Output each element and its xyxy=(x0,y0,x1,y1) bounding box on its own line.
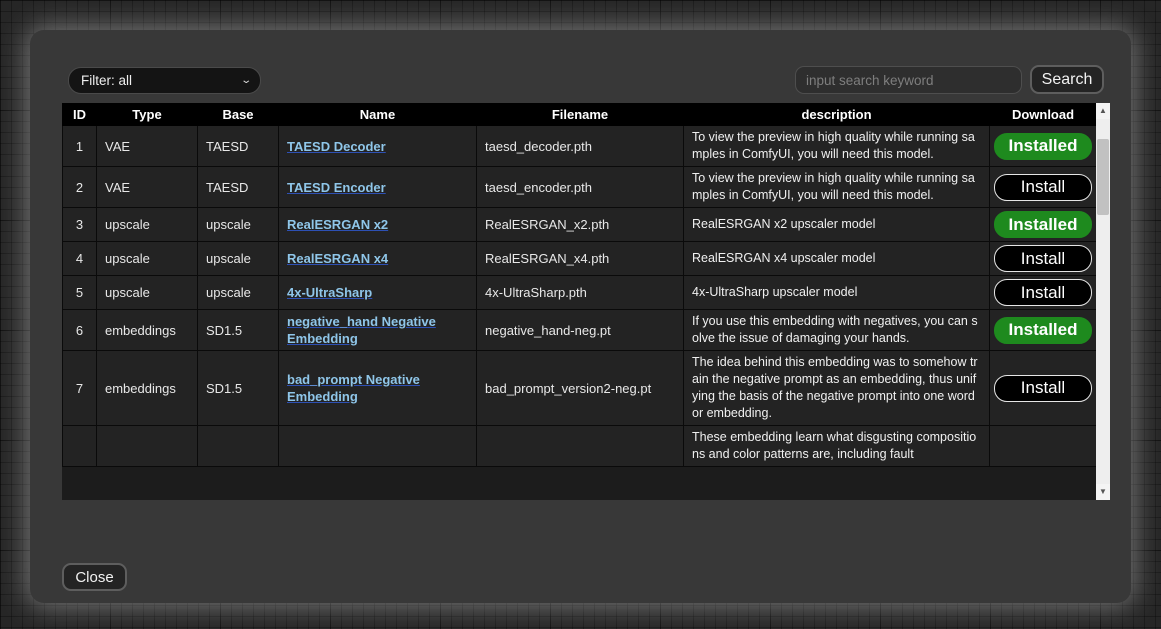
cell-filename xyxy=(477,426,684,467)
table-row: 5upscaleupscale4x-UltraSharp4x-UltraShar… xyxy=(63,276,1097,310)
cell-base: SD1.5 xyxy=(198,351,279,426)
cell-type: VAE xyxy=(97,167,198,208)
table-row: 4upscaleupscaleRealESRGAN x4RealESRGAN_x… xyxy=(63,242,1097,276)
cell-id: 3 xyxy=(63,208,97,242)
cell-description: RealESRGAN x2 upscaler model xyxy=(684,208,990,242)
cell-filename: 4x-UltraSharp.pth xyxy=(477,276,684,310)
cell-name: RealESRGAN x4 xyxy=(279,242,477,276)
cell-type: upscale xyxy=(97,208,198,242)
cell-base: SD1.5 xyxy=(198,310,279,351)
header-id: ID xyxy=(63,104,97,126)
cell-filename: RealESRGAN_x4.pth xyxy=(477,242,684,276)
cell-name: TAESD Decoder xyxy=(279,126,477,167)
cell-filename: bad_prompt_version2-neg.pt xyxy=(477,351,684,426)
cell-id: 2 xyxy=(63,167,97,208)
cell-name: negative_hand Negative Embedding xyxy=(279,310,477,351)
model-name-link[interactable]: TAESD Decoder xyxy=(287,139,386,154)
install-button[interactable]: Install xyxy=(994,245,1092,272)
cell-name: 4x-UltraSharp xyxy=(279,276,477,310)
cell-description: RealESRGAN x4 upscaler model xyxy=(684,242,990,276)
search-button[interactable]: Search xyxy=(1030,65,1104,94)
cell-name: TAESD Encoder xyxy=(279,167,477,208)
cell-id: 5 xyxy=(63,276,97,310)
cell-type: embeddings xyxy=(97,351,198,426)
table-row: 2VAETAESD TAESD Encoder taesd_encoder.pthT… xyxy=(63,167,1097,208)
filter-select-value: Filter: all xyxy=(81,73,132,88)
table-header-row: ID Type Base Name Filename description D… xyxy=(63,104,1097,126)
model-name-link[interactable]: RealESRGAN x2 xyxy=(287,217,388,232)
model-table: ID Type Base Name Filename description D… xyxy=(62,103,1097,467)
install-button[interactable]: Install xyxy=(994,174,1092,201)
table-row: 3upscaleupscaleRealESRGAN x2RealESRGAN_x… xyxy=(63,208,1097,242)
table-row: 6embeddingsSD1.5negative_hand Negative E… xyxy=(63,310,1097,351)
cell-download: Install xyxy=(990,351,1097,426)
cell-download xyxy=(990,426,1097,467)
cell-base: upscale xyxy=(198,242,279,276)
cell-id: 1 xyxy=(63,126,97,167)
cell-download: Installed xyxy=(990,208,1097,242)
cell-name: bad_prompt Negative Embedding xyxy=(279,351,477,426)
cell-download: Install xyxy=(990,242,1097,276)
search-input[interactable] xyxy=(795,66,1022,94)
cell-type: upscale xyxy=(97,242,198,276)
install-button[interactable]: Install xyxy=(994,279,1092,306)
table-row: These embedding learn what disgusting co… xyxy=(63,426,1097,467)
header-name: Name xyxy=(279,104,477,126)
cell-type xyxy=(97,426,198,467)
model-name-link[interactable]: RealESRGAN x4 xyxy=(287,251,388,266)
scroll-down-icon[interactable]: ▼ xyxy=(1096,484,1110,500)
cell-filename: taesd_decoder.pth xyxy=(477,126,684,167)
cell-id xyxy=(63,426,97,467)
cell-type: embeddings xyxy=(97,310,198,351)
model-manager-dialog: Filter: all ⌄ Search ID Type Base Name F… xyxy=(30,30,1131,603)
cell-description: To view the preview in high quality whil… xyxy=(684,167,990,208)
cell-base: upscale xyxy=(198,208,279,242)
installed-button[interactable]: Installed xyxy=(994,211,1092,238)
table-row: 1VAETAESD TAESD Decoder taesd_decoder.pthT… xyxy=(63,126,1097,167)
cell-description: To view the preview in high quality whil… xyxy=(684,126,990,167)
cell-filename: negative_hand-neg.pt xyxy=(477,310,684,351)
cell-filename: taesd_encoder.pth xyxy=(477,167,684,208)
header-download: Download xyxy=(990,104,1097,126)
cell-name: RealESRGAN x2 xyxy=(279,208,477,242)
cell-type: upscale xyxy=(97,276,198,310)
scroll-up-icon[interactable]: ▲ xyxy=(1096,103,1110,119)
chevron-down-icon: ⌄ xyxy=(240,75,252,86)
header-base: Base xyxy=(198,104,279,126)
cell-base xyxy=(198,426,279,467)
scrollbar-thumb[interactable] xyxy=(1097,139,1109,215)
model-name-link[interactable]: 4x-UltraSharp xyxy=(287,285,372,300)
cell-download: Install xyxy=(990,167,1097,208)
cell-download: Installed xyxy=(990,310,1097,351)
cell-base: TAESD xyxy=(198,126,279,167)
table-scrollbar[interactable]: ▲ ▼ xyxy=(1096,103,1110,500)
installed-button[interactable]: Installed xyxy=(994,317,1092,344)
installed-button[interactable]: Installed xyxy=(994,133,1092,160)
header-type: Type xyxy=(97,104,198,126)
table-row: 7embeddingsSD1.5bad_prompt Negative Embe… xyxy=(63,351,1097,426)
cell-name xyxy=(279,426,477,467)
cell-description: 4x-UltraSharp upscaler model xyxy=(684,276,990,310)
cell-download: Installed xyxy=(990,126,1097,167)
cell-description: If you use this embedding with negatives… xyxy=(684,310,990,351)
cell-type: VAE xyxy=(97,126,198,167)
header-description: description xyxy=(684,104,990,126)
cell-id: 6 xyxy=(63,310,97,351)
close-button[interactable]: Close xyxy=(62,563,127,591)
cell-base: upscale xyxy=(198,276,279,310)
cell-id: 7 xyxy=(63,351,97,426)
header-filename: Filename xyxy=(477,104,684,126)
model-name-link[interactable]: negative_hand Negative Embedding xyxy=(287,314,436,346)
cell-base: TAESD xyxy=(198,167,279,208)
model-name-link[interactable]: TAESD Encoder xyxy=(287,180,386,195)
cell-description: These embedding learn what disgusting co… xyxy=(684,426,990,467)
cell-download: Install xyxy=(990,276,1097,310)
cell-id: 4 xyxy=(63,242,97,276)
cell-description: The idea behind this embedding was to so… xyxy=(684,351,990,426)
cell-filename: RealESRGAN_x2.pth xyxy=(477,208,684,242)
model-name-link[interactable]: bad_prompt Negative Embedding xyxy=(287,372,420,404)
filter-select[interactable]: Filter: all ⌄ xyxy=(68,67,261,94)
model-table-container: ID Type Base Name Filename description D… xyxy=(62,103,1110,500)
install-button[interactable]: Install xyxy=(994,375,1092,402)
